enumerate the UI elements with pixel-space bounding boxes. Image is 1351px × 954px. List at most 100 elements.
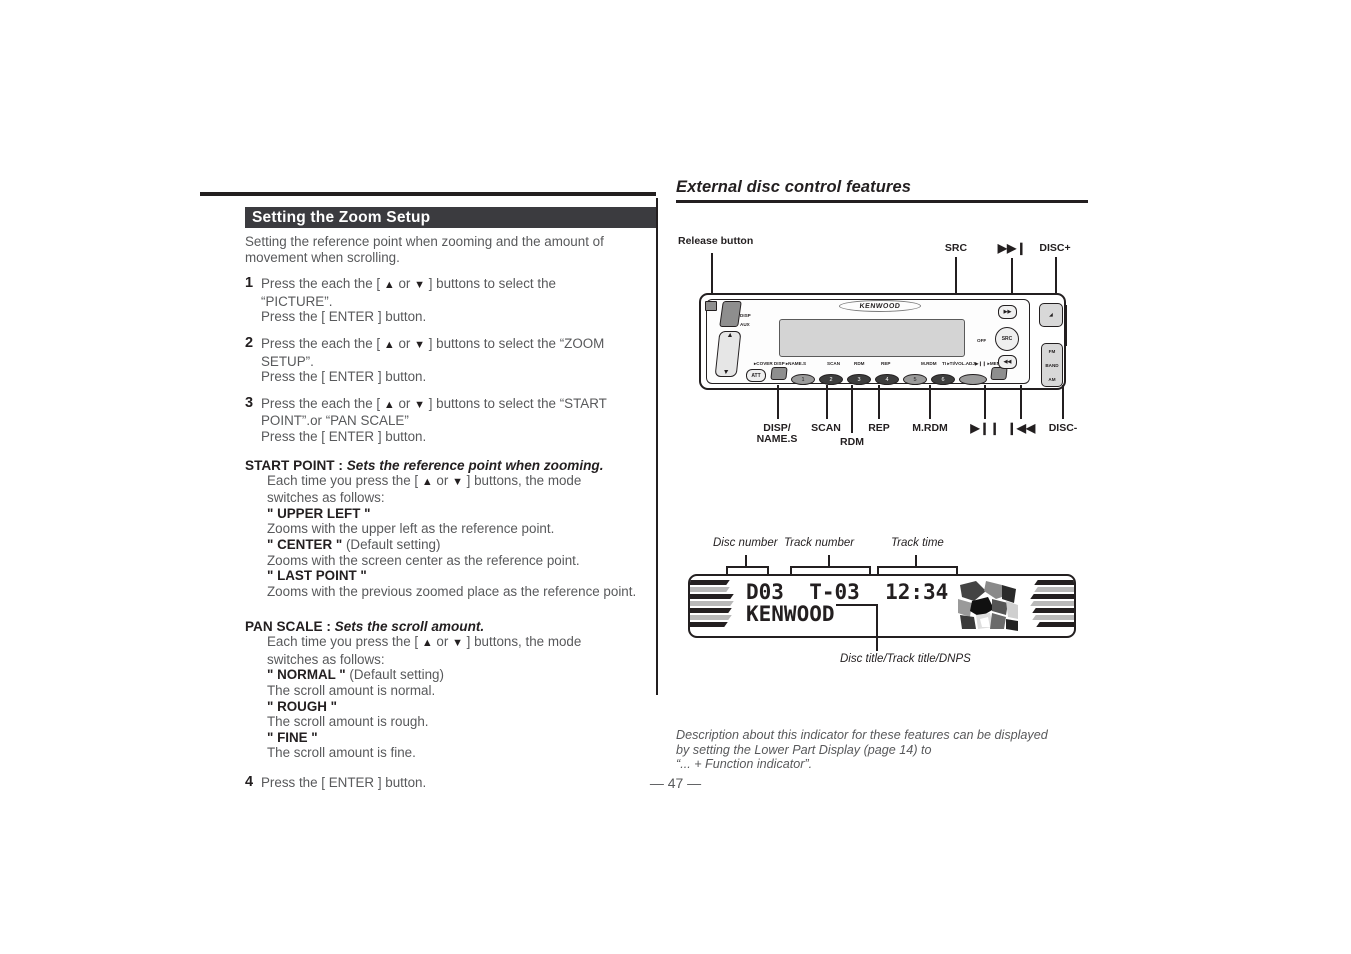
label-disc-title: Disc title/Track title/DNPS (840, 653, 971, 665)
option-key: " LAST POINT " (267, 568, 367, 584)
start-point-option-2: " LAST POINT " (267, 568, 656, 584)
step-1-line2: “PICTURE”. (261, 293, 333, 309)
footer-note-line-2: by setting the Lower Part Display (page … (676, 742, 932, 757)
start-point-label: START POINT : (245, 457, 343, 473)
start-point-term: START POINT : Sets the reference point w… (245, 458, 656, 473)
src-knob[interactable]: SRC (995, 327, 1019, 351)
chevron-down-icon: ▼ (722, 369, 730, 376)
pan-scale-definition: Sets the scroll amount. (334, 619, 485, 635)
section-intro: Setting the reference point when zooming… (245, 234, 604, 265)
pan-scale-option-1: " ROUGH " (267, 699, 656, 715)
down-arrow-icon: ▼ (414, 398, 425, 411)
display-line-1: D03 T-03 12:34 (746, 580, 948, 604)
callout-disp-name-s-line2: NAME.S (756, 433, 798, 445)
step-2-line3: Press the [ ENTER ] button. (261, 369, 427, 385)
volume-rocker[interactable] (959, 374, 987, 385)
display-track-number: T-03 (809, 580, 860, 604)
micro-label-mrdm: M.RDM (921, 361, 937, 366)
callout-src: SRC (944, 242, 968, 254)
up-arrow-icon: ▲ (383, 338, 395, 351)
callout-line-scan (826, 385, 828, 419)
fast-forward-button[interactable]: ▶▶ (998, 305, 1017, 319)
pan-scale-body-2: switches as follows: (267, 651, 385, 667)
down-arrow-icon: ▼ (414, 279, 425, 292)
release-button[interactable] (705, 301, 717, 311)
callout-line-previous-track (1020, 385, 1022, 419)
start-point-body-a: Each time you press the [ (267, 472, 422, 488)
option-key: " CENTER " (267, 536, 343, 552)
micro-label-scan: SCAN (827, 361, 841, 366)
section-title: Setting the Zoom Setup (252, 208, 431, 226)
preset-button-3[interactable]: 3 (847, 374, 871, 385)
step-2-number: 2 (245, 334, 254, 351)
option-key: " ROUGH " (267, 698, 337, 714)
callout-scan: SCAN (811, 422, 841, 434)
callout-rdm: RDM (840, 436, 864, 448)
step-1-line1-c: ] buttons to select the (424, 276, 556, 292)
display-line-2: KENWOOD (746, 602, 835, 626)
preset-button-1[interactable]: 1 (791, 374, 815, 385)
chevron-up-icon: ▲ (726, 332, 734, 339)
start-point-desc-1: Zooms with the screen center as the refe… (267, 552, 580, 568)
down-arrow-icon: ▼ (414, 338, 425, 351)
footer-note-line-3: “... + Function indicator”. (676, 757, 813, 772)
footer-note-line-1: Description about this indicator for the… (676, 728, 1048, 742)
down-arrow-icon: ▼ (452, 475, 463, 488)
att-button[interactable]: ATT (746, 369, 766, 382)
right-column: External disc control features (676, 178, 1096, 203)
start-point-body: Each time you press the [ ▲ or ▼ ] butto… (267, 473, 656, 506)
faceplate-lcd-screen (779, 319, 965, 357)
micro-label-ti-voladj: TI ▸TI/VOL.ADJ (942, 361, 975, 366)
previous-track-button[interactable]: ◀◀ (998, 355, 1017, 369)
option-key: " UPPER LEFT " (267, 505, 371, 521)
callout-previous-track: ❙◀◀ (1006, 421, 1036, 435)
callout-line-disp-name-s (777, 385, 779, 419)
section-header-bar: Setting the Zoom Setup (245, 207, 656, 228)
display-panel: D03 T-03 12:34 KENWOOD (688, 574, 1076, 638)
disp-name-s-button[interactable] (770, 367, 788, 380)
pan-scale-desc-2: The scroll amount is fine. (267, 745, 416, 761)
eject-button[interactable] (719, 301, 742, 327)
left-column-body: Setting the reference point when zooming… (245, 234, 656, 791)
preset-button-4[interactable]: 4 (875, 374, 899, 385)
step-3-line3: Press the [ ENTER ] button. (261, 428, 427, 444)
label-track-time: Track time (891, 537, 944, 549)
preset-button-6[interactable]: 6 (931, 374, 955, 385)
callout-release-button: Release button (678, 235, 754, 247)
preset-button-2[interactable]: 2 (819, 374, 843, 385)
down-arrow-icon: ▼ (452, 637, 463, 650)
callout-disc-plus: DISC+ (1039, 242, 1071, 254)
step-3-number: 3 (245, 394, 254, 411)
up-arrow-icon: ▲ (383, 398, 395, 411)
display-title-text: KENWOOD (746, 602, 835, 626)
step-3-line1-c: ] buttons to select the “START (424, 395, 607, 411)
callout-line-disc-title-v (876, 604, 878, 651)
up-arrow-icon: ▲ (383, 279, 395, 292)
up-arrow-icon: ▲ (421, 637, 433, 650)
step-1-line1-a: Press the each the [ (261, 276, 384, 292)
display-disc-number: D03 (746, 580, 784, 604)
preset-button-5[interactable]: 5 (903, 374, 927, 385)
pan-scale-body-a: Each time you press the [ (267, 634, 422, 650)
pan-scale-option-2: " FINE " (267, 730, 656, 746)
band-rocker[interactable]: FM BAND AM (1041, 343, 1063, 387)
callout-fast-forward: ▶▶❙ (997, 241, 1027, 255)
micro-label-rdm: RDM (854, 361, 865, 366)
callout-disp-name-s: DISP/ NAME.S (747, 423, 807, 445)
start-point-body-b: or (432, 472, 453, 488)
album-art-graphic (956, 579, 1018, 631)
manual-page: Setting the Zoom Setup Setting the refer… (0, 0, 1351, 954)
step-2: 2 Press the each the [ ▲ or ▼ ] buttons … (245, 334, 656, 385)
callout-line-rep (878, 385, 880, 419)
right-spectrum-graphic (1022, 576, 1074, 636)
display-track-time: 12:34 (885, 580, 949, 604)
option-note: (Default setting) (349, 667, 444, 683)
band-label: BAND (1045, 362, 1059, 368)
detach-button[interactable]: ◢ (1039, 303, 1063, 327)
callout-m-rdm: M.RDM (912, 422, 948, 434)
callout-line-play-pause (984, 385, 986, 419)
aux-mini-label: AUX (740, 322, 750, 327)
left-column-top-rule (200, 192, 656, 196)
step-3-line2: POINT”.or “PAN SCALE” (261, 413, 409, 429)
start-point-option-1: " CENTER " (Default setting) (267, 537, 656, 553)
